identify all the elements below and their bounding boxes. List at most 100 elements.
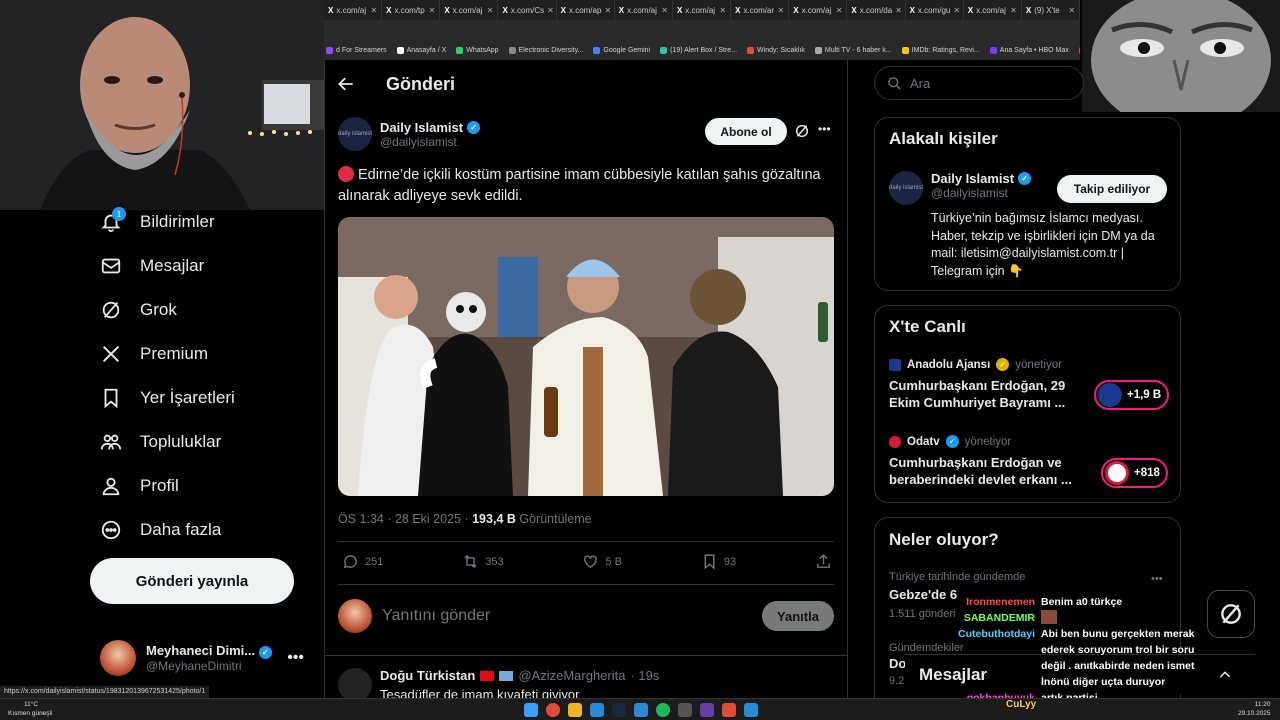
- bookmark-button[interactable]: 93: [701, 553, 736, 570]
- chevron-up-icon[interactable]: [1217, 667, 1233, 683]
- reply-button[interactable]: 251: [342, 553, 383, 570]
- more-horizontal-icon[interactable]: •••: [287, 649, 304, 667]
- reply-author-handle[interactable]: @AzizeMargherita: [518, 668, 625, 683]
- system-clock[interactable]: 11:20 29.10.2025: [1238, 700, 1271, 718]
- reply-author-name[interactable]: Doğu Türkistan: [380, 668, 475, 683]
- post-more-icon[interactable]: •••: [818, 122, 831, 136]
- trend-more-icon[interactable]: •••: [1151, 573, 1163, 585]
- repost-button[interactable]: 353: [462, 553, 504, 570]
- compose-post-button[interactable]: Gönderi yayınla: [90, 558, 294, 604]
- close-icon[interactable]: ✕: [719, 6, 726, 15]
- bookmark-item[interactable]: WhatsApp: [456, 46, 499, 54]
- nav-label: Grok: [140, 300, 177, 319]
- browser-tab[interactable]: Xx.com/aj ✕: [440, 0, 499, 20]
- bookmark-item[interactable]: (19) Alert Box / Stre...: [660, 46, 737, 54]
- browser-tab[interactable]: Xx.com/gu ✕: [906, 0, 964, 20]
- browser-tab[interactable]: Xx.com/ap ✕: [557, 0, 615, 20]
- app-icon[interactable]: [634, 703, 648, 717]
- account-switcher[interactable]: Meyhaneci Dimi... ✓ @MeyhaneDimitri •••: [100, 636, 320, 680]
- bookmark-item[interactable]: Discover - Find Top...: [1078, 46, 1080, 54]
- reply-submit-button[interactable]: Yanıtla: [762, 601, 834, 631]
- close-icon[interactable]: ✕: [836, 6, 843, 15]
- close-icon[interactable]: ✕: [429, 6, 436, 15]
- close-icon[interactable]: ✕: [487, 6, 494, 15]
- bookmark-item[interactable]: Ana Sayfa • HBO Max: [989, 46, 1069, 54]
- person-icon: [102, 477, 120, 496]
- browser-tab[interactable]: Xx.com/da ✕: [847, 0, 906, 20]
- steam-icon[interactable]: [612, 703, 626, 717]
- views-label: Görüntüleme: [515, 512, 592, 526]
- weather-widget[interactable]: 11°C Kısmen güneşli: [8, 700, 52, 718]
- author-handle[interactable]: @dailyislamist: [380, 135, 480, 149]
- live-title: X'te Canlı: [889, 317, 966, 336]
- nav-profile[interactable]: Profil: [90, 464, 320, 508]
- bookmark-item[interactable]: Google Gemini: [593, 46, 650, 54]
- app-icon[interactable]: [678, 703, 692, 717]
- nav-more[interactable]: Daha fazla: [90, 508, 320, 552]
- post-image[interactable]: [338, 217, 834, 496]
- grok-button[interactable]: [1207, 590, 1255, 638]
- post-timestamp[interactable]: ÖS 1:34 · 28 Eki 2025 ·: [338, 512, 472, 526]
- app-icon[interactable]: [744, 703, 758, 717]
- browser-tab[interactable]: Xx.com/aj ✕: [324, 0, 383, 20]
- start-icon[interactable]: [524, 703, 538, 717]
- nav-communities[interactable]: Topluluklar: [90, 420, 320, 464]
- chrome-icon[interactable]: [546, 703, 560, 717]
- app-icon[interactable]: [722, 703, 736, 717]
- nav-messages[interactable]: Mesajlar: [90, 244, 320, 288]
- reply-post[interactable]: Doğu Türkistan @AzizeMargherita · 19s Te…: [338, 668, 834, 702]
- browser-tab[interactable]: Xx.com/aj ✕: [789, 0, 848, 20]
- account-handle: @MeyhaneDimitri: [146, 659, 242, 673]
- live-listener-pill[interactable]: +818: [1101, 458, 1168, 488]
- browser-tab[interactable]: Xx.com/tp ✕: [382, 0, 441, 20]
- browser-tab[interactable]: Xx.com/aj ✕: [673, 0, 732, 20]
- close-icon[interactable]: ✕: [1010, 6, 1017, 15]
- folder-icon[interactable]: [568, 703, 582, 717]
- related-avatar[interactable]: daily islamist: [889, 171, 923, 205]
- live-listener-pill[interactable]: +1,9 B: [1094, 380, 1170, 410]
- bookmark-item[interactable]: Multi TV - 6 haber k...: [814, 46, 892, 54]
- close-icon[interactable]: ✕: [1068, 6, 1075, 15]
- back-arrow-icon[interactable]: [336, 74, 356, 94]
- like-button[interactable]: 5 B: [582, 553, 622, 570]
- related-person[interactable]: Daily Islamist ✓ @dailyislamist: [931, 171, 1032, 200]
- nav-premium[interactable]: Premium: [90, 332, 320, 376]
- bookmark-item[interactable]: Windy: Sıcaklık: [747, 46, 805, 54]
- following-button[interactable]: Takip ediliyor: [1057, 175, 1167, 203]
- reply-input[interactable]: Yanıtını gönder: [382, 607, 752, 625]
- close-icon[interactable]: ✕: [604, 6, 611, 15]
- subscribe-button[interactable]: Abone ol: [705, 118, 787, 145]
- browser-tab[interactable]: Xx.com/ar ✕: [731, 0, 790, 20]
- nav-grok[interactable]: Grok: [90, 288, 320, 332]
- author-avatar[interactable]: daily islamist: [338, 117, 372, 151]
- search-input[interactable]: Ara: [874, 66, 1084, 100]
- nav-bookmarks[interactable]: Yer İşaretleri: [90, 376, 320, 420]
- divider: [338, 541, 834, 542]
- browser-tab[interactable]: Xx.com/aj ✕: [964, 0, 1022, 20]
- grok-icon[interactable]: [794, 123, 810, 139]
- close-icon[interactable]: ✕: [895, 6, 902, 15]
- close-icon[interactable]: ✕: [953, 6, 960, 15]
- author-name[interactable]: Daily Islamist: [380, 120, 463, 135]
- favicon-icon: [1078, 46, 1080, 54]
- close-icon[interactable]: ✕: [370, 6, 377, 15]
- nav-notifications[interactable]: Bildirimler: [90, 200, 320, 244]
- bookmark-item[interactable]: Anasayfa / X: [396, 46, 446, 54]
- app-icon[interactable]: [590, 703, 604, 717]
- live-item[interactable]: Anadolu Ajansı ✓ yönetiyor Cumhurbaşkanı E…: [889, 358, 1079, 411]
- spotify-icon[interactable]: [656, 703, 670, 717]
- browser-tab[interactable]: Xx.com/Cs ✕: [498, 0, 557, 20]
- favicon-icon: [814, 46, 822, 54]
- live-item[interactable]: Odatv ✓ yönetiyor Cumhurbaşkanı Erdoğan ve…: [889, 435, 1089, 488]
- bookmark-item[interactable]: Electronic Diversity...: [508, 46, 583, 54]
- browser-tab[interactable]: Xx.com/aj ✕: [615, 0, 673, 20]
- close-icon[interactable]: ✕: [661, 6, 668, 15]
- post-actions: 251 353 5 B 93: [342, 553, 832, 570]
- bookmark-item[interactable]: d For Streamers: [326, 46, 387, 54]
- app-icon[interactable]: [700, 703, 714, 717]
- close-icon[interactable]: ✕: [778, 6, 785, 15]
- share-button[interactable]: [815, 553, 832, 570]
- browser-tab[interactable]: X (9) X'te ✕: [1022, 0, 1080, 20]
- bookmark-item[interactable]: IMDb: Ratings, Revi...: [901, 46, 980, 54]
- close-icon[interactable]: ✕: [547, 6, 554, 15]
